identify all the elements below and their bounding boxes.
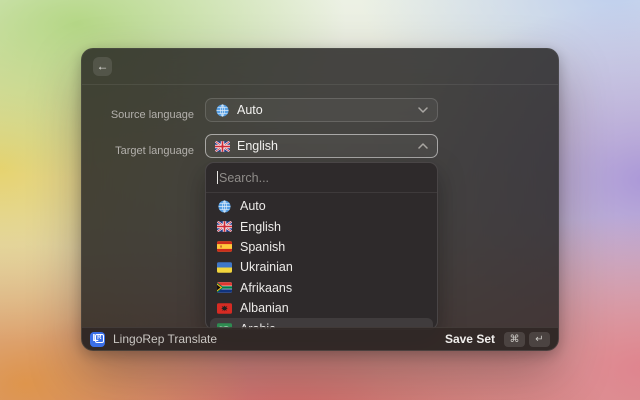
flag-al-icon: [217, 302, 232, 314]
command-key-icon: ⌘: [504, 331, 525, 347]
chevron-down-icon: [418, 107, 428, 113]
option-label: English: [240, 219, 281, 234]
option-label: Ukrainian: [240, 260, 293, 275]
globe-icon: [215, 103, 230, 117]
dropdown-option[interactable]: English: [210, 216, 433, 236]
option-label: Spanish: [240, 239, 286, 254]
flag-za-icon: [217, 282, 232, 294]
search-row: [206, 163, 437, 193]
language-dropdown-panel: Auto English Spanish Ukrainian Afrikaans…: [205, 162, 438, 330]
flag-gb-icon: [217, 221, 232, 233]
uk-flag-icon: [215, 140, 230, 152]
globe-icon: [217, 199, 232, 213]
dropdown-option[interactable]: Ukrainian: [210, 257, 433, 277]
app-name: LingoRep Translate: [113, 332, 218, 346]
target-language-select[interactable]: English: [205, 134, 438, 158]
flag-ua-icon: [217, 261, 232, 273]
dropdown-option[interactable]: Albanian: [210, 298, 433, 318]
language-search-input[interactable]: [206, 163, 437, 192]
source-language-value: Auto: [237, 103, 263, 117]
target-language-label: Target language: [115, 145, 194, 157]
text-caret: [217, 171, 218, 184]
window-footer: LR LingoRep Translate Save Set ⌘ ↵: [82, 327, 558, 350]
flag-es-icon: [217, 241, 232, 253]
dropdown-options-list: Auto English Spanish Ukrainian Afrikaans…: [206, 193, 437, 329]
chevron-up-icon: [418, 143, 428, 149]
dropdown-option[interactable]: Auto: [210, 196, 433, 216]
save-set-button[interactable]: Save Set: [445, 332, 495, 346]
window-titlebar: ←: [82, 49, 558, 85]
shortcut-keys: ⌘ ↵: [504, 331, 550, 347]
option-label: Albanian: [240, 301, 289, 316]
source-language-select[interactable]: Auto: [205, 98, 438, 122]
desktop-background: ← Source language Auto Target language E…: [0, 0, 640, 400]
dropdown-option[interactable]: Spanish: [210, 237, 433, 257]
lingorep-logo-icon: LR: [90, 331, 105, 347]
option-label: Afrikaans: [240, 280, 293, 295]
return-key-icon: ↵: [529, 331, 550, 347]
lingorep-window: ← Source language Auto Target language E…: [81, 48, 559, 351]
target-language-value: English: [237, 139, 278, 153]
option-label: Auto: [240, 199, 266, 214]
dropdown-option[interactable]: Afrikaans: [210, 278, 433, 298]
source-language-label: Source language: [110, 109, 194, 121]
back-button[interactable]: ←: [93, 57, 112, 76]
